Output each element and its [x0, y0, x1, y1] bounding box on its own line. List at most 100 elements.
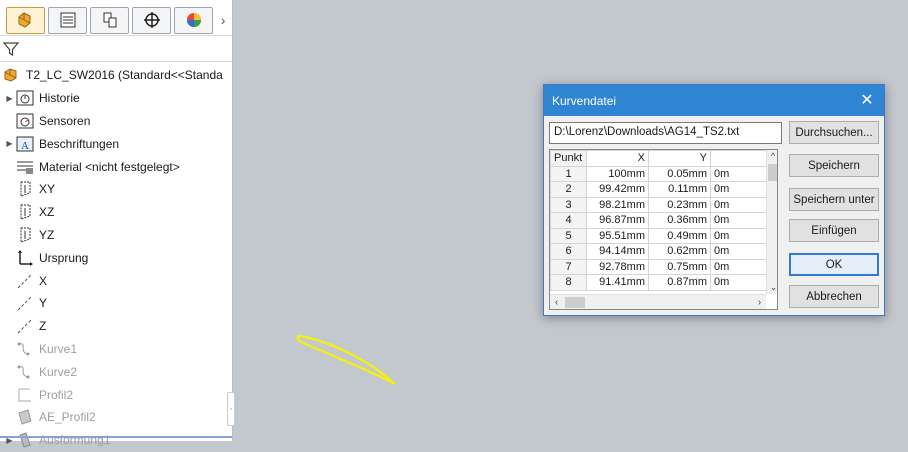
sensor-icon [15, 112, 35, 130]
file-path-field[interactable]: D:\Lorenz\Downloads\AG14_TS2.txt [549, 122, 782, 144]
table-row[interactable]: 5 95.51mm 0.49mm 0m [550, 227, 767, 244]
ok-button[interactable]: OK [789, 253, 879, 276]
tree-item[interactable]: Kurve2 [0, 360, 232, 383]
table-cell[interactable]: 0m [710, 212, 767, 229]
tree-item[interactable]: ▶ A Beschriftungen [0, 132, 232, 155]
tree-item-label: Sensoren [39, 113, 91, 128]
tree-item[interactable]: X [0, 269, 232, 292]
row-number-cell[interactable]: 8 [550, 274, 587, 291]
close-icon[interactable]: ✕ [858, 92, 876, 110]
tree-item-label: X [39, 273, 48, 288]
scroll-up-icon[interactable]: ^ [767, 150, 777, 163]
row-number-cell[interactable]: 6 [550, 243, 587, 260]
table-cell[interactable]: 0m [710, 165, 767, 182]
plane-icon [15, 203, 35, 221]
table-row[interactable]: 7 92.78mm 0.75mm 0m [550, 258, 767, 275]
row-number-cell[interactable]: 5 [550, 227, 587, 244]
table-horizontal-scrollbar[interactable]: ‹ › [550, 294, 766, 309]
table-cell[interactable]: 0.23mm [648, 196, 711, 213]
table-cell[interactable]: 91.41mm [586, 274, 649, 291]
table-vertical-scrollbar[interactable]: ^ ⌄ [766, 150, 777, 294]
column-header[interactable]: X [586, 150, 649, 167]
curve-icon [15, 340, 35, 358]
table-cell[interactable]: 94.14mm [586, 243, 649, 260]
browse-button[interactable]: Durchsuchen... [789, 121, 879, 144]
table-row[interactable]: 8 91.41mm 0.87mm 0m [550, 274, 767, 291]
table-cell[interactable]: 0.36mm [648, 212, 711, 229]
tree-item[interactable]: Sensoren [0, 110, 232, 133]
tree-item[interactable]: Z [0, 315, 232, 338]
tree-item[interactable]: Material <nicht festgelegt> [0, 155, 232, 178]
table-row[interactable]: 6 94.14mm 0.62mm 0m [550, 243, 767, 260]
vertical-scroll-thumb[interactable] [768, 164, 777, 181]
save-button[interactable]: Speichern [789, 154, 879, 177]
table-cell[interactable]: 0.49mm [648, 227, 711, 244]
point-table: Punkt X Y 1 100mm 0.05mm 0m 2 99.42mm 0.11mm 0m… [549, 149, 778, 310]
table-cell[interactable]: 0m [710, 227, 767, 244]
horizontal-scroll-thumb[interactable] [565, 297, 585, 308]
table-cell[interactable]: 92.78mm [586, 258, 649, 275]
svg-text:A: A [21, 140, 29, 152]
table-row[interactable]: 1 100mm 0.05mm 0m [550, 165, 767, 182]
table-row[interactable]: 2 99.42mm 0.11mm 0m [550, 181, 767, 198]
table-cell[interactable]: 0.05mm [648, 165, 711, 182]
tree-item[interactable]: XY [0, 178, 232, 201]
tab-feature-manager[interactable] [6, 6, 46, 34]
row-number-cell[interactable]: 4 [550, 212, 587, 229]
table-cell[interactable]: 0m [710, 243, 767, 260]
scroll-left-icon[interactable]: ‹ [550, 295, 563, 309]
tree-item[interactable]: ▶ Ausformung1 [0, 429, 232, 452]
tabs-scroll-right-icon[interactable]: › [216, 12, 230, 28]
table-row[interactable]: 4 96.87mm 0.36mm 0m [550, 212, 767, 229]
tree-item[interactable]: ▶ Historie [0, 87, 232, 110]
tree-item[interactable]: XZ [0, 201, 232, 224]
table-row[interactable]: 3 98.21mm 0.23mm 0m [550, 196, 767, 213]
tab-dimxpert[interactable] [132, 6, 172, 34]
table-cell[interactable]: 98.21mm [586, 196, 649, 213]
tree-item[interactable]: AE_Profil2 [0, 406, 232, 429]
table-cell[interactable]: 0.87mm [648, 274, 711, 291]
row-number-cell[interactable]: 3 [550, 196, 587, 213]
table-cell[interactable]: 0m [710, 274, 767, 291]
tree-item-label: Ursprung [39, 250, 89, 265]
table-cell[interactable]: 0m [710, 196, 767, 213]
column-header[interactable] [710, 150, 767, 167]
tree-item[interactable]: Ursprung [0, 246, 232, 269]
table-cell[interactable]: 99.42mm [586, 181, 649, 198]
tree-item[interactable]: Y [0, 292, 232, 315]
filter-icon[interactable] [2, 40, 20, 58]
scroll-down-icon[interactable]: ⌄ [767, 281, 777, 294]
row-number-cell[interactable]: 2 [550, 181, 587, 198]
tree-item[interactable]: Kurve1 [0, 338, 232, 361]
scroll-right-icon[interactable]: › [753, 295, 766, 309]
table-cell[interactable]: 0m [710, 258, 767, 275]
tree-item-label: Profil2 [39, 387, 74, 402]
tree-filter[interactable] [0, 35, 232, 62]
manager-tabs: › [6, 5, 230, 35]
table-cell[interactable]: 0m [710, 181, 767, 198]
dialog-title-bar[interactable]: Kurvendatei [544, 85, 884, 116]
table-cell[interactable]: 95.51mm [586, 227, 649, 244]
insert-button[interactable]: Einfügen [789, 219, 879, 242]
table-cell[interactable]: 0.75mm [648, 258, 711, 275]
table-cell[interactable]: 100mm [586, 165, 649, 182]
save-as-button[interactable]: Speichern unter [789, 188, 879, 211]
dimxpert-icon [143, 12, 160, 28]
row-number-cell[interactable]: 7 [550, 258, 587, 275]
tab-property-manager[interactable] [48, 6, 88, 34]
tab-display-manager[interactable] [174, 6, 214, 34]
row-number-cell[interactable]: 1 [550, 165, 587, 182]
tree-item[interactable]: YZ [0, 224, 232, 247]
table-cell[interactable]: 0.11mm [648, 181, 711, 198]
cancel-button[interactable]: Abbrechen [789, 285, 879, 308]
column-header[interactable]: Y [648, 150, 711, 167]
tab-configuration-manager[interactable] [90, 6, 130, 34]
tree-item[interactable]: Profil2 [0, 383, 232, 406]
airfoil-curve[interactable] [296, 334, 396, 386]
expand-arrow-icon[interactable]: ▶ [4, 94, 15, 103]
expand-arrow-icon[interactable]: ▶ [4, 139, 15, 148]
tree-root-part[interactable]: T2_LC_SW2016 (Standard<<Standa [0, 64, 232, 87]
table-cell[interactable]: 0.62mm [648, 243, 711, 260]
column-header[interactable]: Punkt [550, 150, 587, 167]
table-cell[interactable]: 96.87mm [586, 212, 649, 229]
